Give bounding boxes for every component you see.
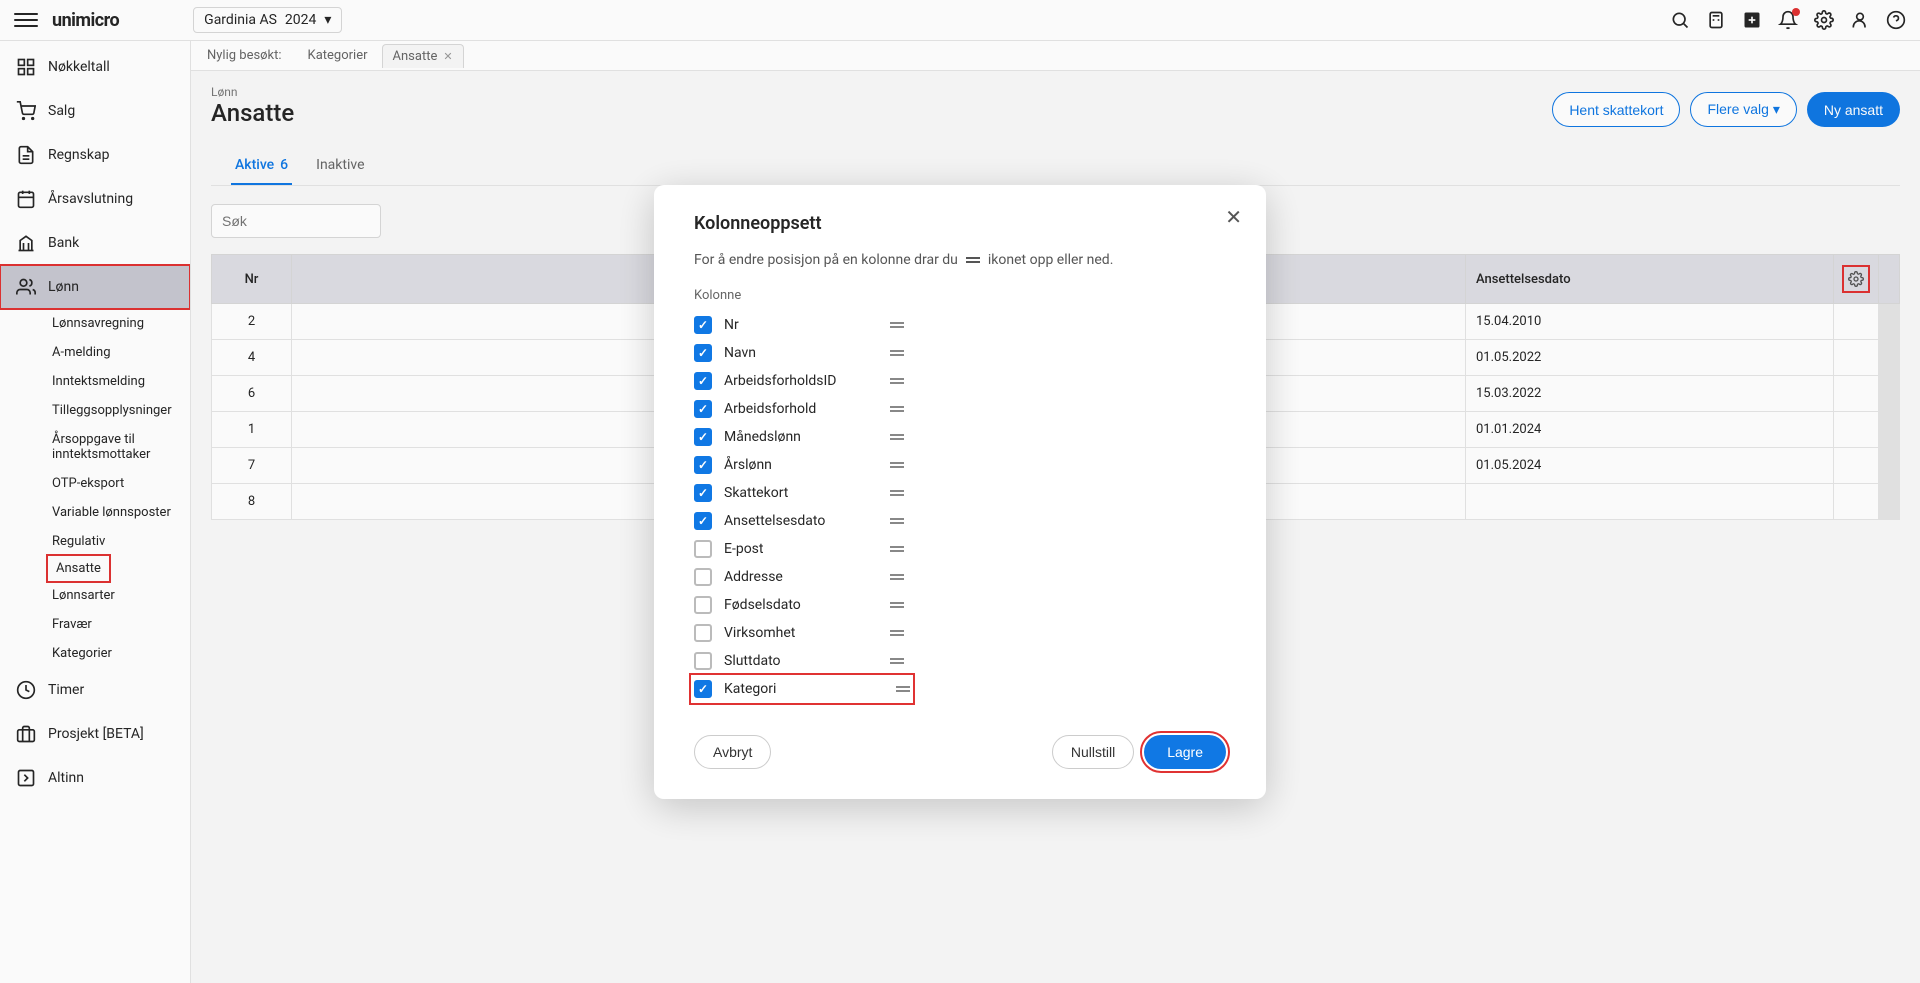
checkbox[interactable] xyxy=(694,596,712,614)
avbryt-button[interactable]: Avbryt xyxy=(694,735,771,769)
drag-handle-icon[interactable] xyxy=(890,630,904,636)
drag-handle-icon[interactable] xyxy=(890,490,904,496)
modal-backdrop: Kolonneoppsett ✕ For å endre posisjon på… xyxy=(0,0,1920,983)
col-row-arbeidsforhold: Arbeidsforhold xyxy=(694,395,904,423)
checkbox[interactable] xyxy=(694,484,712,502)
col-label: E-post xyxy=(724,541,878,557)
col-label: Nr xyxy=(724,317,878,333)
checkbox[interactable] xyxy=(694,344,712,362)
checkbox[interactable] xyxy=(694,372,712,390)
col-row-skattekort: Skattekort xyxy=(694,479,904,507)
modal-title: Kolonneoppsett xyxy=(694,213,1226,234)
drag-handle-icon[interactable] xyxy=(890,378,904,384)
column-setup-modal: Kolonneoppsett ✕ For å endre posisjon på… xyxy=(654,185,1266,799)
drag-handle-icon[interactable] xyxy=(890,602,904,608)
modal-desc-before: For å endre posisjon på en kolonne drar … xyxy=(694,252,958,268)
col-row-fdselsdato: Fødselsdato xyxy=(694,591,904,619)
checkbox[interactable] xyxy=(694,428,712,446)
close-icon[interactable]: ✕ xyxy=(1225,205,1242,230)
drag-handle-icon[interactable] xyxy=(890,518,904,524)
checkbox[interactable] xyxy=(694,512,712,530)
col-row-addresse: Addresse xyxy=(694,563,904,591)
checkbox[interactable] xyxy=(694,456,712,474)
col-label: Fødselsdato xyxy=(724,597,878,613)
drag-handle-icon[interactable] xyxy=(890,434,904,440)
col-row-sluttdato: Sluttdato xyxy=(694,647,904,675)
column-header: Kolonne xyxy=(694,288,1226,303)
col-label: Navn xyxy=(724,345,878,361)
col-label: Skattekort xyxy=(724,485,878,501)
checkbox[interactable] xyxy=(694,540,712,558)
col-row-mnedslnn: Månedslønn xyxy=(694,423,904,451)
col-label: Addresse xyxy=(724,569,878,585)
col-row-ansettelsesdato: Ansettelsesdato xyxy=(694,507,904,535)
col-row-nr: Nr xyxy=(694,311,904,339)
col-row-arbeidsforholdsid: ArbeidsforholdsID xyxy=(694,367,904,395)
modal-desc-after: ikonet opp eller ned. xyxy=(988,252,1114,268)
col-label: Ansettelsesdato xyxy=(724,513,878,529)
lagre-button[interactable]: Lagre xyxy=(1144,735,1226,769)
checkbox[interactable] xyxy=(694,624,712,642)
checkbox[interactable] xyxy=(694,316,712,334)
checkbox[interactable] xyxy=(694,568,712,586)
col-row-navn: Navn xyxy=(694,339,904,367)
drag-handle-icon[interactable] xyxy=(890,574,904,580)
col-row-virksomhet: Virksomhet xyxy=(694,619,904,647)
col-row-rslnn: Årslønn xyxy=(694,451,904,479)
drag-handle-icon[interactable] xyxy=(890,658,904,664)
col-label: Kategori xyxy=(724,681,884,697)
col-row-kategori: Kategori xyxy=(691,675,913,703)
checkbox[interactable] xyxy=(694,680,712,698)
col-label: ArbeidsforholdsID xyxy=(724,373,878,389)
drag-handle-icon xyxy=(966,257,980,263)
drag-handle-icon[interactable] xyxy=(890,350,904,356)
checkbox[interactable] xyxy=(694,400,712,418)
drag-handle-icon[interactable] xyxy=(890,462,904,468)
col-label: Virksomhet xyxy=(724,625,878,641)
drag-handle-icon[interactable] xyxy=(890,322,904,328)
drag-handle-icon[interactable] xyxy=(890,406,904,412)
col-row-epost: E-post xyxy=(694,535,904,563)
nullstill-button[interactable]: Nullstill xyxy=(1052,735,1134,769)
col-label: Månedslønn xyxy=(724,429,878,445)
col-label: Årslønn xyxy=(724,457,878,473)
col-label: Arbeidsforhold xyxy=(724,401,878,417)
col-label: Sluttdato xyxy=(724,653,878,669)
drag-handle-icon[interactable] xyxy=(890,546,904,552)
drag-handle-icon[interactable] xyxy=(896,686,910,692)
checkbox[interactable] xyxy=(694,652,712,670)
